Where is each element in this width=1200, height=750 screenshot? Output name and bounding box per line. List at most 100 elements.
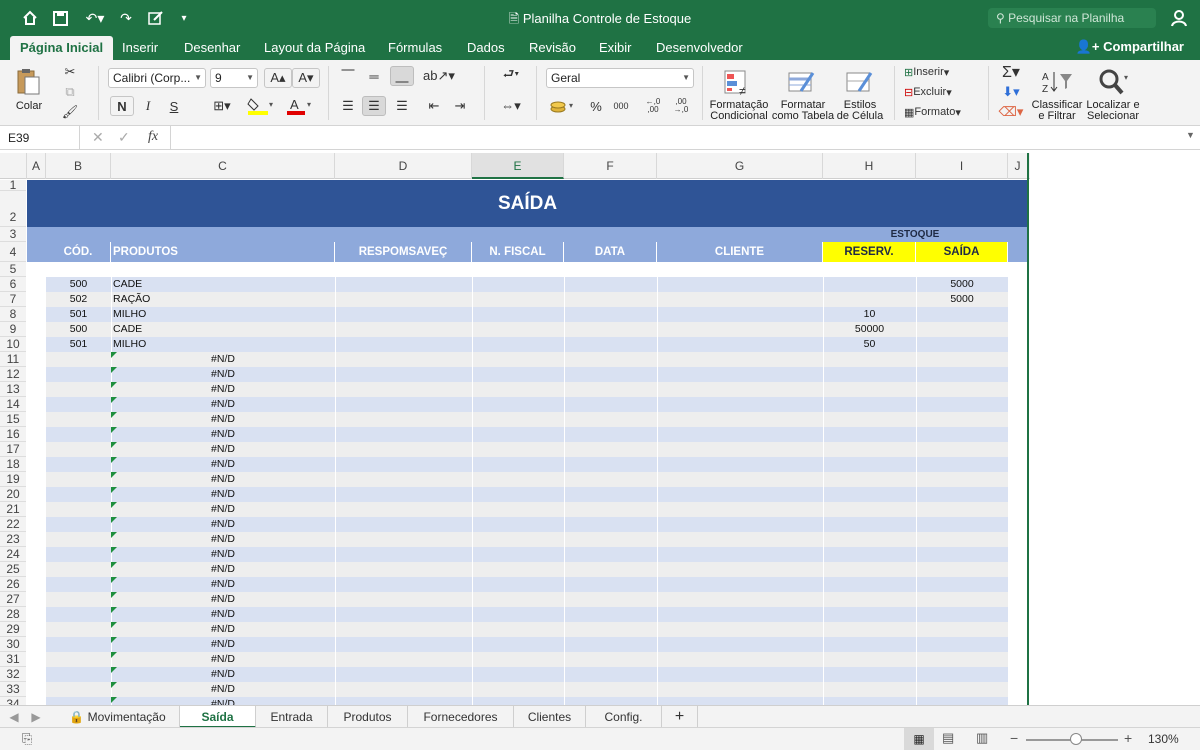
font-name-select[interactable]: Calibri (Corp... ▼ <box>108 68 206 88</box>
tab-exibir[interactable]: Exibir <box>589 36 642 60</box>
shrink-font-icon[interactable]: A▾ <box>292 68 320 88</box>
grow-font-icon[interactable]: A▴ <box>264 68 292 88</box>
zoom-out-icon[interactable]: − <box>1010 730 1018 746</box>
increase-indent-icon[interactable]: ⇥ <box>448 96 472 116</box>
merge-center-icon[interactable]: ⇔▾ <box>494 96 528 116</box>
row-header[interactable]: 27 <box>0 592 26 607</box>
column-header-f[interactable]: F <box>564 153 657 179</box>
column-header-d[interactable]: D <box>335 153 472 179</box>
insert-function-icon[interactable]: fx <box>148 129 158 145</box>
decrease-decimal-button[interactable]: ,00 →,0 <box>668 96 694 116</box>
row-header[interactable]: 31 <box>0 652 26 667</box>
sheet-tab-produtos[interactable]: Produtos <box>328 706 408 728</box>
align-center-icon[interactable]: ☰ <box>362 96 386 116</box>
copy-icon[interactable]: ⧉ <box>58 82 82 102</box>
font-size-select[interactable]: 9 ▼ <box>210 68 258 88</box>
sheet-tab-saida[interactable]: Saída <box>180 706 256 728</box>
row-header[interactable]: 26 <box>0 577 26 592</box>
format-painter-icon[interactable]: 🖌 <box>58 102 82 122</box>
row-header[interactable]: 11 <box>0 352 26 367</box>
add-sheet-button[interactable]: + <box>662 706 698 728</box>
sheet-tab-fornecedores[interactable]: Fornecedores <box>408 706 514 728</box>
orientation-icon[interactable]: ab↗▾ <box>422 66 456 86</box>
tab-formulas[interactable]: Fórmulas <box>378 36 452 60</box>
underline-button[interactable]: S <box>162 96 186 116</box>
row-header[interactable]: 4 <box>0 242 26 262</box>
row-header[interactable]: 21 <box>0 502 26 517</box>
row-header[interactable]: 25 <box>0 562 26 577</box>
tab-dados[interactable]: Dados <box>457 36 515 60</box>
search-input[interactable]: ⚲ Pesquisar na Planilha <box>988 8 1156 28</box>
page-layout-view-icon[interactable]: ▤ <box>942 730 954 746</box>
currency-icon[interactable]: ▾ <box>546 96 580 116</box>
share-button[interactable]: 👤+ Compartilhar <box>1076 36 1184 58</box>
tab-desenhar[interactable]: Desenhar <box>174 36 250 60</box>
row-header[interactable]: 2 <box>0 191 26 227</box>
align-bottom-icon[interactable]: ⎽ <box>390 66 414 86</box>
row-header[interactable]: 24 <box>0 547 26 562</box>
column-header-j[interactable]: J <box>1008 153 1028 179</box>
font-color-icon[interactable]: A ▾ <box>282 96 318 116</box>
row-header[interactable]: 6 <box>0 277 26 292</box>
borders-icon[interactable]: ⊞▾ <box>204 96 240 116</box>
row-header[interactable]: 15 <box>0 412 26 427</box>
prev-sheet-icon[interactable]: ◀ <box>6 706 22 728</box>
paste-icon[interactable] <box>12 66 46 98</box>
row-header[interactable]: 10 <box>0 337 26 352</box>
cut-icon[interactable]: ✂ <box>58 62 82 82</box>
row-header[interactable]: 28 <box>0 607 26 622</box>
tab-inserir[interactable]: Inserir <box>112 36 168 60</box>
number-format-select[interactable]: Geral ▼ <box>546 68 694 88</box>
fill-color-icon[interactable]: ▾ <box>244 96 280 116</box>
column-header-c[interactable]: C <box>111 153 335 179</box>
row-header[interactable]: 12 <box>0 367 26 382</box>
align-left-icon[interactable]: ☰ <box>336 96 360 116</box>
align-middle-icon[interactable]: ═ <box>362 66 386 86</box>
row-header[interactable]: 9 <box>0 322 26 337</box>
clear-icon[interactable]: ⌫▾ <box>996 102 1026 122</box>
row-header[interactable]: 34 <box>0 697 26 705</box>
zoom-level[interactable]: 130% <box>1148 732 1179 746</box>
tab-layout[interactable]: Layout da Página <box>254 36 375 60</box>
format-cells-button[interactable]: ▦ Formato ▾ <box>904 104 961 120</box>
row-header[interactable]: 18 <box>0 457 26 472</box>
thousands-button[interactable]: 000 <box>608 96 634 116</box>
row-header[interactable]: 8 <box>0 307 26 322</box>
increase-decimal-button[interactable]: ←,0 ,00 <box>640 96 666 116</box>
page-break-view-icon[interactable]: ▥ <box>976 730 988 746</box>
tab-revisao[interactable]: Revisão <box>519 36 586 60</box>
row-header[interactable]: 16 <box>0 427 26 442</box>
zoom-in-icon[interactable]: + <box>1124 730 1132 746</box>
name-box[interactable]: E39 <box>0 126 80 150</box>
formula-input[interactable] <box>170 126 1180 150</box>
column-header-b[interactable]: B <box>46 153 111 179</box>
tab-pagina-inicial[interactable]: Página Inicial <box>10 36 114 60</box>
row-header[interactable]: 20 <box>0 487 26 502</box>
row-header[interactable]: 19 <box>0 472 26 487</box>
wrap-text-icon[interactable]: ⮐▾ <box>494 66 528 86</box>
row-header[interactable]: 23 <box>0 532 26 547</box>
column-header-a[interactable]: A <box>27 153 46 179</box>
row-header[interactable]: 13 <box>0 382 26 397</box>
bold-button[interactable]: N <box>110 96 134 116</box>
sheet-tab-clientes[interactable]: Clientes <box>514 706 586 728</box>
normal-view-icon[interactable]: ▦ <box>904 728 934 750</box>
row-header[interactable]: 22 <box>0 517 26 532</box>
column-header-i[interactable]: I <box>916 153 1008 179</box>
row-header[interactable]: 30 <box>0 637 26 652</box>
profile-icon[interactable] <box>1170 8 1190 28</box>
conditional-format-icon[interactable]: ≠ <box>720 66 756 98</box>
decrease-indent-icon[interactable]: ⇤ <box>422 96 446 116</box>
format-table-icon[interactable] <box>784 66 820 98</box>
cell-styles-icon[interactable] <box>842 66 878 98</box>
spreadsheet-grid[interactable]: ABCDEFGHIJ 1 2 3 4 5 6 7 8 9 10 11 12 13 14 15 16 17 18 19… <box>0 153 1200 705</box>
sheet-tab-entrada[interactable]: Entrada <box>256 706 328 728</box>
row-header[interactable]: 14 <box>0 397 26 412</box>
find-select-icon[interactable]: ▾ <box>1094 66 1134 98</box>
tab-desenvolvedor[interactable]: Desenvolvedor <box>646 36 753 60</box>
zoom-slider-thumb[interactable] <box>1070 733 1082 745</box>
cancel-icon[interactable]: ✕ <box>92 129 104 146</box>
italic-button[interactable]: I <box>136 96 160 116</box>
row-header[interactable]: 33 <box>0 682 26 697</box>
column-header-h[interactable]: H <box>823 153 916 179</box>
